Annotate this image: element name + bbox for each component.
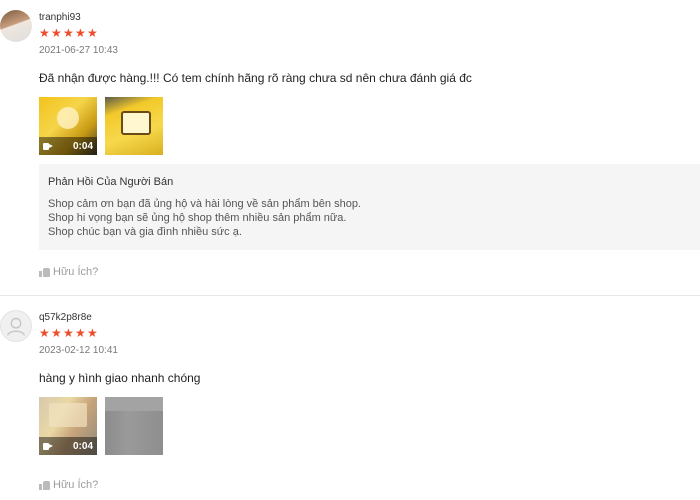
review-username: q57k2p8r8e: [39, 312, 92, 323]
shop-reply-title: Phản Hồi Của Người Bán: [48, 176, 174, 188]
star-icon: ★: [75, 26, 87, 40]
shop-reply-text: Shop cảm ơn bạn đã ủng hộ và hài lòng về…: [48, 197, 361, 239]
video-camera-icon: [43, 442, 53, 450]
review-date: 2021-06-27 10:43: [39, 45, 118, 56]
star-icon: ★: [39, 26, 51, 40]
video-overlay: 0:04: [39, 437, 97, 455]
image-thumbnail[interactable]: [105, 97, 163, 155]
review-divider: [0, 295, 700, 296]
helpful-button[interactable]: Hữu Ích?: [39, 266, 98, 278]
star-rating: ★★★★★: [39, 26, 99, 40]
product-image: [105, 397, 163, 411]
helpful-label: Hữu Ích?: [53, 479, 99, 491]
product-image: [57, 107, 79, 129]
star-icon: ★: [87, 26, 99, 40]
review-username: tranphi93: [39, 12, 81, 23]
video-duration: 0:04: [72, 440, 93, 452]
avatar[interactable]: [0, 10, 32, 42]
shop-reply-line: Shop chúc bạn và gia đình nhiều sức ạ.: [48, 226, 242, 238]
video-thumbnail[interactable]: 0:04: [39, 97, 97, 155]
shop-reply-line: Shop cảm ơn bạn đã ủng hộ và hài lòng về…: [48, 198, 361, 210]
product-image: [49, 403, 87, 427]
video-camera-icon: [43, 142, 53, 150]
thumbs-up-icon: [39, 267, 50, 277]
star-icon: ★: [39, 326, 51, 340]
helpful-button[interactable]: Hữu Ích?: [39, 479, 98, 491]
star-icon: ★: [63, 326, 75, 340]
product-label: [121, 111, 151, 135]
review-content: hàng y hình giao nhanh chóng: [39, 371, 201, 385]
star-icon: ★: [87, 326, 99, 340]
star-icon: ★: [51, 326, 63, 340]
video-overlay: 0:04: [39, 137, 97, 155]
review-content: Đã nhận được hàng.!!! Có tem chính hãng …: [39, 71, 472, 85]
review-date: 2023-02-12 10:41: [39, 345, 118, 356]
image-thumbnail[interactable]: [105, 397, 163, 455]
shop-reply-line: Shop hi vọng bạn sẽ ủng hộ shop thêm nhi…: [48, 212, 347, 224]
video-thumbnail[interactable]: 0:04: [39, 397, 97, 455]
review-media: 0:04: [39, 397, 163, 455]
star-icon: ★: [75, 326, 87, 340]
shop-reply: Phản Hồi Của Người Bán Shop cảm ơn bạn đ…: [39, 164, 700, 250]
star-icon: ★: [63, 26, 75, 40]
helpful-label: Hữu Ích?: [53, 266, 99, 278]
star-icon: ★: [51, 26, 63, 40]
video-duration: 0:04: [72, 140, 93, 152]
avatar[interactable]: [0, 310, 32, 342]
thumbs-up-icon: [39, 480, 50, 490]
review-media: 0:04: [39, 97, 163, 155]
default-user-icon: [6, 317, 26, 336]
star-rating: ★★★★★: [39, 326, 99, 340]
